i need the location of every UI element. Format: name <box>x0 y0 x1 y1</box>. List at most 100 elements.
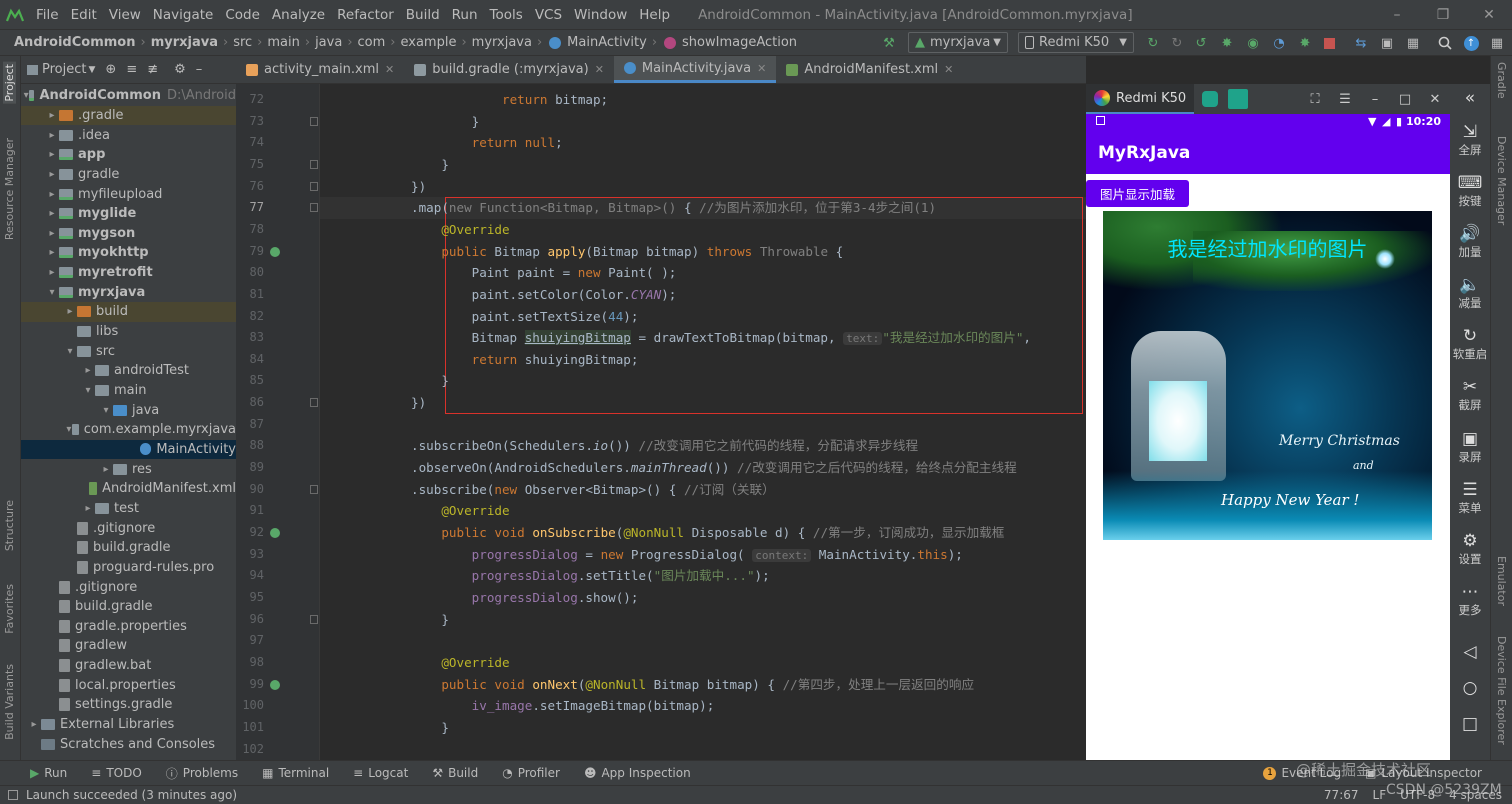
tree-item[interactable]: build.gradle <box>21 538 236 558</box>
menu-edit[interactable]: Edit <box>65 7 103 23</box>
maximize-icon[interactable]: □ <box>1390 92 1420 107</box>
line-separator[interactable]: LF <box>1373 788 1387 802</box>
app-icon-active[interactable] <box>1228 89 1249 109</box>
chevron-right-icon[interactable]: ▸ <box>27 719 41 730</box>
debug-icon[interactable]: ✸ <box>1216 32 1238 54</box>
minimize-icon[interactable]: – <box>1374 0 1420 29</box>
record-control[interactable]: ▣ 录屏 <box>1450 429 1490 465</box>
todo-tool-button[interactable]: ≡ TODO <box>79 766 154 780</box>
tree-item[interactable]: AndroidManifest.xml <box>21 479 236 499</box>
tree-item[interactable]: gradlew.bat <box>21 656 236 676</box>
code-editor[interactable]: return bitmap; } return null; } }) .map(… <box>320 84 1086 760</box>
gear-icon[interactable]: ⚙ <box>174 62 186 77</box>
caret-position[interactable]: 77:67 <box>1324 788 1359 802</box>
tree-item[interactable]: local.properties <box>21 676 236 696</box>
device-manager-icon[interactable]: ▣ <box>1376 32 1398 54</box>
tab-main-activity-java[interactable]: MainActivity.java ✕ <box>613 56 777 83</box>
menu-run[interactable]: Run <box>446 7 484 23</box>
fold-marker-icon[interactable] <box>310 159 318 169</box>
volume-up-control[interactable]: 🔊 加量 <box>1450 224 1490 260</box>
close-icon[interactable]: ✕ <box>1466 0 1512 29</box>
menu-refactor[interactable]: Refactor <box>331 7 400 23</box>
tab-android-manifest[interactable]: AndroidManifest.xml ✕ <box>776 56 963 83</box>
menu-icon[interactable]: ☰ <box>1330 92 1360 107</box>
chevron-down-icon[interactable]: ▾ <box>81 385 95 396</box>
tree-item[interactable]: ▸ androidTest <box>21 361 236 381</box>
tree-item[interactable]: ▾ com.example.myrxjava <box>21 420 236 440</box>
tab-activity-main-xml[interactable]: activity_main.xml ✕ <box>236 56 404 83</box>
resource-manager-tool-button[interactable]: Resource Manager <box>3 138 16 240</box>
build-tool-button[interactable]: ⚒ Build <box>420 766 490 780</box>
back-button[interactable]: ◁ <box>1450 642 1490 662</box>
tree-item[interactable]: ▾ main <box>21 381 236 401</box>
tree-item[interactable]: ▾ src <box>21 341 236 361</box>
breadcrumb-java[interactable]: java <box>313 35 344 50</box>
app-icon[interactable] <box>1202 91 1219 107</box>
collapse-icon[interactable]: « <box>1450 88 1490 108</box>
tree-item[interactable]: .gitignore <box>21 518 236 538</box>
search-icon[interactable] <box>1434 32 1456 54</box>
tree-item[interactable]: ▾ AndroidCommon D:\Android <box>21 86 236 106</box>
breadcrumb-method[interactable]: showImageAction <box>680 35 799 50</box>
tree-item[interactable]: ▸ .idea <box>21 125 236 145</box>
breadcrumb-main[interactable]: main <box>265 35 301 50</box>
sdk-manager-icon[interactable]: ▦ <box>1402 32 1424 54</box>
run-icon[interactable]: ↺ <box>1190 32 1212 54</box>
restore-icon[interactable]: ❐ <box>1420 0 1466 29</box>
expand-all-icon[interactable]: ≡ <box>126 62 137 77</box>
menu-tools[interactable]: Tools <box>484 7 529 23</box>
status-message[interactable]: Launch succeeded (3 minutes ago) <box>26 788 237 802</box>
tree-item[interactable]: settings.gradle <box>21 695 236 715</box>
chevron-right-icon[interactable]: ▸ <box>45 130 59 141</box>
settings-control[interactable]: ⚙ 设置 <box>1450 531 1490 567</box>
close-tab-icon[interactable]: ✕ <box>757 62 766 75</box>
breadcrumb-module[interactable]: myrxjava <box>149 35 220 50</box>
chevron-right-icon[interactable]: ▸ <box>45 228 59 239</box>
tree-item[interactable]: proguard-rules.pro <box>21 558 236 578</box>
menu-control[interactable]: ☰ 菜单 <box>1450 480 1490 516</box>
tree-item[interactable]: gradlew <box>21 636 236 656</box>
problems-tool-button[interactable]: ⓘ Problems <box>154 765 250 782</box>
menu-analyze[interactable]: Analyze <box>266 7 331 23</box>
chevron-right-icon[interactable]: ▸ <box>45 110 59 121</box>
menu-build[interactable]: Build <box>400 7 446 23</box>
tree-item[interactable]: ▸ External Libraries <box>21 715 236 735</box>
override-marker-icon[interactable] <box>270 246 280 257</box>
close-icon[interactable]: ✕ <box>1420 92 1450 107</box>
build-variants-tool-button[interactable]: Build Variants <box>3 664 16 740</box>
chevron-right-icon[interactable]: ▸ <box>45 189 59 200</box>
tree-item[interactable]: Scratches and Consoles <box>21 734 236 754</box>
chevron-right-icon[interactable]: ▸ <box>81 503 95 514</box>
menu-navigate[interactable]: Navigate <box>147 7 220 23</box>
breadcrumb-src[interactable]: src <box>231 35 254 50</box>
hammer-icon[interactable]: ⚒ <box>878 32 900 54</box>
coverage-icon[interactable]: ◉ <box>1242 32 1264 54</box>
device-file-explorer-tool-button[interactable]: Device File Explorer <box>1495 636 1508 745</box>
menu-help[interactable]: Help <box>633 7 676 23</box>
emulator-device-tab[interactable]: Redmi K50 <box>1086 84 1195 114</box>
chevron-right-icon[interactable]: ▸ <box>45 169 59 180</box>
gradle-tool-button[interactable]: Gradle <box>1495 62 1508 99</box>
tree-item[interactable]: ▸ test <box>21 499 236 519</box>
chevron-down-icon[interactable]: ▾ <box>45 287 59 298</box>
hide-icon[interactable]: – <box>196 62 203 77</box>
project-view-selector[interactable]: Project <box>42 62 86 77</box>
tree-item[interactable]: ▾ myrxjava <box>21 283 236 303</box>
fold-marker-icon[interactable] <box>310 203 318 213</box>
apply-code-changes-icon[interactable]: ↻ <box>1166 32 1188 54</box>
status-toggle-icon[interactable] <box>8 790 18 800</box>
override-marker-icon[interactable] <box>270 679 280 690</box>
tree-item[interactable]: libs <box>21 322 236 342</box>
tree-item[interactable]: ▸ .gradle <box>21 105 236 126</box>
menu-file[interactable]: File <box>30 7 65 23</box>
breadcrumb-class[interactable]: MainActivity <box>565 35 649 50</box>
run-config-dropdown[interactable]: ▲ myrxjava ▼ <box>908 32 1008 53</box>
chevron-right-icon[interactable]: ▸ <box>45 267 59 278</box>
chevron-right-icon[interactable]: ▸ <box>45 149 59 160</box>
close-tab-icon[interactable]: ✕ <box>944 63 953 76</box>
tree-item[interactable]: ▸ myfileupload <box>21 184 236 204</box>
chevron-down-icon[interactable]: ▾ <box>99 405 113 416</box>
tree-item[interactable]: ▸ build <box>21 302 236 322</box>
apply-changes-icon[interactable]: ↻ <box>1142 32 1164 54</box>
logcat-tool-button[interactable]: ≡ Logcat <box>341 766 420 780</box>
